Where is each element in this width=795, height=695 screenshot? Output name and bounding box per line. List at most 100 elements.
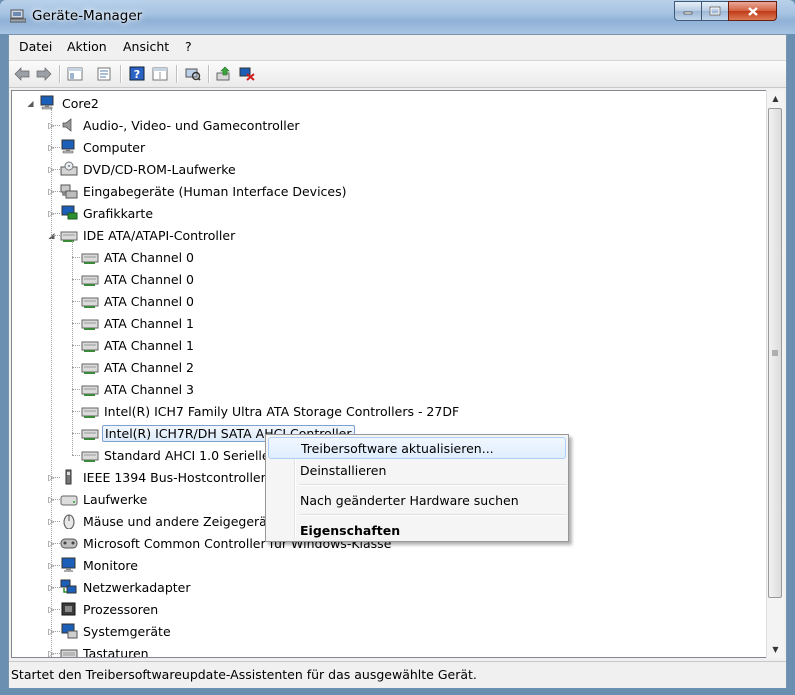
tree-category-human-interface-devices-label: Eingabegeräte (Human Interface Devices): [83, 183, 347, 199]
grip-icon: [772, 350, 778, 356]
tree-device-row[interactable]: ATA Channel 0: [68, 246, 196, 268]
tree-category-display-adapters-label: Grafikkarte: [83, 205, 154, 221]
update-driver-icon: [216, 66, 230, 81]
tree-category-row[interactable]: ▷ DVD/CD-ROM-Laufwerke: [47, 158, 238, 180]
tree-category-computer-label: Computer: [83, 139, 146, 155]
tree-category-row[interactable]: ▷ Audio-, Video- und Gamecontroller: [47, 114, 302, 136]
tree-category-disk-drives-label: Laufwerke: [83, 491, 148, 507]
client-area: Datei Aktion Ansicht ? ? ◢ Core2 ▷ Audio…: [8, 34, 787, 688]
tree-guide-line: [51, 565, 60, 566]
tree-device-ide-3-label: ATA Channel 1: [104, 315, 195, 331]
ide-icon: [81, 249, 99, 265]
minimize-icon: [683, 11, 693, 15]
tree-guide-line: [51, 213, 60, 214]
tree-category-ide-ata-atapi-controllers-label: IDE ATA/ATAPI-Controller: [83, 227, 236, 243]
help-button[interactable]: ?: [128, 65, 146, 82]
tree-guide-line: [51, 125, 60, 126]
tree-category-row[interactable]: ▷ Grafikkarte: [47, 202, 155, 224]
arrow-up-icon: ▲: [772, 94, 779, 103]
menu-datei[interactable]: Datei: [19, 39, 52, 54]
tree-category-row[interactable]: ▷ Tastaturen: [47, 642, 151, 657]
tree-category-row[interactable]: ▷ Systemgeräte: [47, 620, 173, 642]
tree-device-row[interactable]: ATA Channel 2: [68, 356, 196, 378]
title-bar[interactable]: Geräte-Manager: [0, 0, 795, 34]
ide-icon: [81, 293, 99, 309]
uninstall-icon: [239, 67, 255, 81]
menu-properties[interactable]: Eigenschaften: [268, 519, 566, 541]
tree-guide-line: [51, 191, 60, 192]
menu-ansicht[interactable]: Ansicht: [123, 39, 169, 54]
device-manager-icon: [10, 9, 26, 23]
audio-icon: [60, 117, 78, 133]
tree-category-row[interactable]: ◢ IDE ATA/ATAPI-Controller: [47, 224, 237, 246]
forward-button[interactable]: [35, 65, 53, 82]
console-tree-button[interactable]: [66, 65, 84, 82]
tree-category-row[interactable]: ▷ Monitore: [47, 554, 140, 576]
ide-icon: [81, 359, 99, 375]
scan-hardware-button[interactable]: [184, 65, 202, 82]
tree-category-row[interactable]: ▷ Prozessoren: [47, 598, 160, 620]
tree-device-row[interactable]: ATA Channel 0: [68, 290, 196, 312]
tree-guide-line: [72, 241, 73, 455]
properties-icon: [97, 67, 111, 80]
update-driver-button[interactable]: [215, 65, 233, 82]
tree-category-row[interactable]: ▷ Computer: [47, 136, 147, 158]
maximize-button[interactable]: [701, 1, 729, 21]
menu-help[interactable]: ?: [185, 39, 192, 54]
ide-icon: [81, 381, 99, 397]
tree-category-processors-label: Prozessoren: [83, 601, 159, 617]
tree-category-row[interactable]: ▷ Laufwerke: [47, 488, 149, 510]
tree-device-row[interactable]: ATA Channel 1: [68, 334, 196, 356]
menu-scan-hardware[interactable]: Nach geänderter Hardware suchen: [268, 489, 566, 511]
tree-root-row[interactable]: ◢ Core2: [26, 92, 101, 114]
tree-category-row[interactable]: ▷ IEEE 1394 Bus-Hostcontroller: [47, 466, 268, 488]
menu-aktion[interactable]: Aktion: [67, 39, 107, 54]
tree-guide-line: [72, 279, 82, 280]
properties-button[interactable]: [95, 65, 113, 82]
tree-guide-line: [51, 543, 60, 544]
tree-device-row[interactable]: ATA Channel 0: [68, 268, 196, 290]
scroll-thumb[interactable]: [768, 108, 782, 598]
menu-update-driver-label: Treibersoftware aktualisieren...: [301, 440, 494, 456]
tree-category-row[interactable]: ▷ Mäuse und andere Zeigegeräte: [47, 510, 281, 532]
vertical-scrollbar[interactable]: ▲ ▼: [766, 90, 784, 658]
collapse-arrow-icon[interactable]: ◢: [26, 98, 35, 108]
system-icon: [60, 623, 78, 639]
menu-uninstall[interactable]: Deinstallieren: [268, 459, 566, 481]
scroll-down-button[interactable]: ▼: [767, 641, 784, 658]
toolbar-separator: [176, 65, 178, 83]
tree-guide-line: [72, 389, 82, 390]
tree-guide-line: [51, 609, 60, 610]
tree-category-ieee-1394-host-controllers-label: IEEE 1394 Bus-Hostcontroller: [83, 469, 266, 485]
tree-category-row[interactable]: ▷ Netzwerkadapter: [47, 576, 193, 598]
tree-device-ide-2-label: ATA Channel 0: [104, 293, 195, 309]
close-button[interactable]: [728, 1, 777, 21]
tree-device-ide-5-label: ATA Channel 2: [104, 359, 195, 375]
menu-uninstall-label: Deinstallieren: [300, 462, 387, 478]
svg-text:?: ?: [134, 68, 140, 81]
view-button[interactable]: [151, 65, 169, 82]
ide-icon: [60, 227, 78, 243]
menu-update-driver[interactable]: Treibersoftware aktualisieren...: [268, 437, 566, 459]
maximize-icon: [709, 6, 721, 16]
keyboard-icon: [60, 645, 78, 657]
scroll-up-button[interactable]: ▲: [767, 90, 784, 107]
tree-guide-line: [51, 521, 60, 522]
mouse-icon: [60, 513, 78, 530]
minimize-button[interactable]: [674, 1, 702, 21]
tree-category-row[interactable]: ▷ Eingabegeräte (Human Interface Devices): [47, 180, 349, 202]
tree-device-row[interactable]: ATA Channel 1: [68, 312, 196, 334]
ide-icon: [81, 403, 99, 419]
tree-device-row[interactable]: ATA Channel 3: [68, 378, 196, 400]
ide-icon: [81, 315, 99, 331]
network-icon: [60, 579, 78, 595]
status-text: Startet den Treibersoftwareupdate-Assist…: [11, 667, 477, 682]
arrow-down-icon: ▼: [772, 645, 779, 654]
back-button[interactable]: [13, 65, 31, 82]
toolbar-separator: [208, 65, 210, 83]
tree-device-row[interactable]: Intel(R) ICH7 Family Ultra ATA Storage C…: [68, 400, 461, 422]
cpu-icon: [60, 601, 78, 617]
uninstall-button[interactable]: [238, 65, 256, 82]
help-icon: ?: [129, 66, 145, 81]
tree-device-ide-6-label: ATA Channel 3: [104, 381, 195, 397]
